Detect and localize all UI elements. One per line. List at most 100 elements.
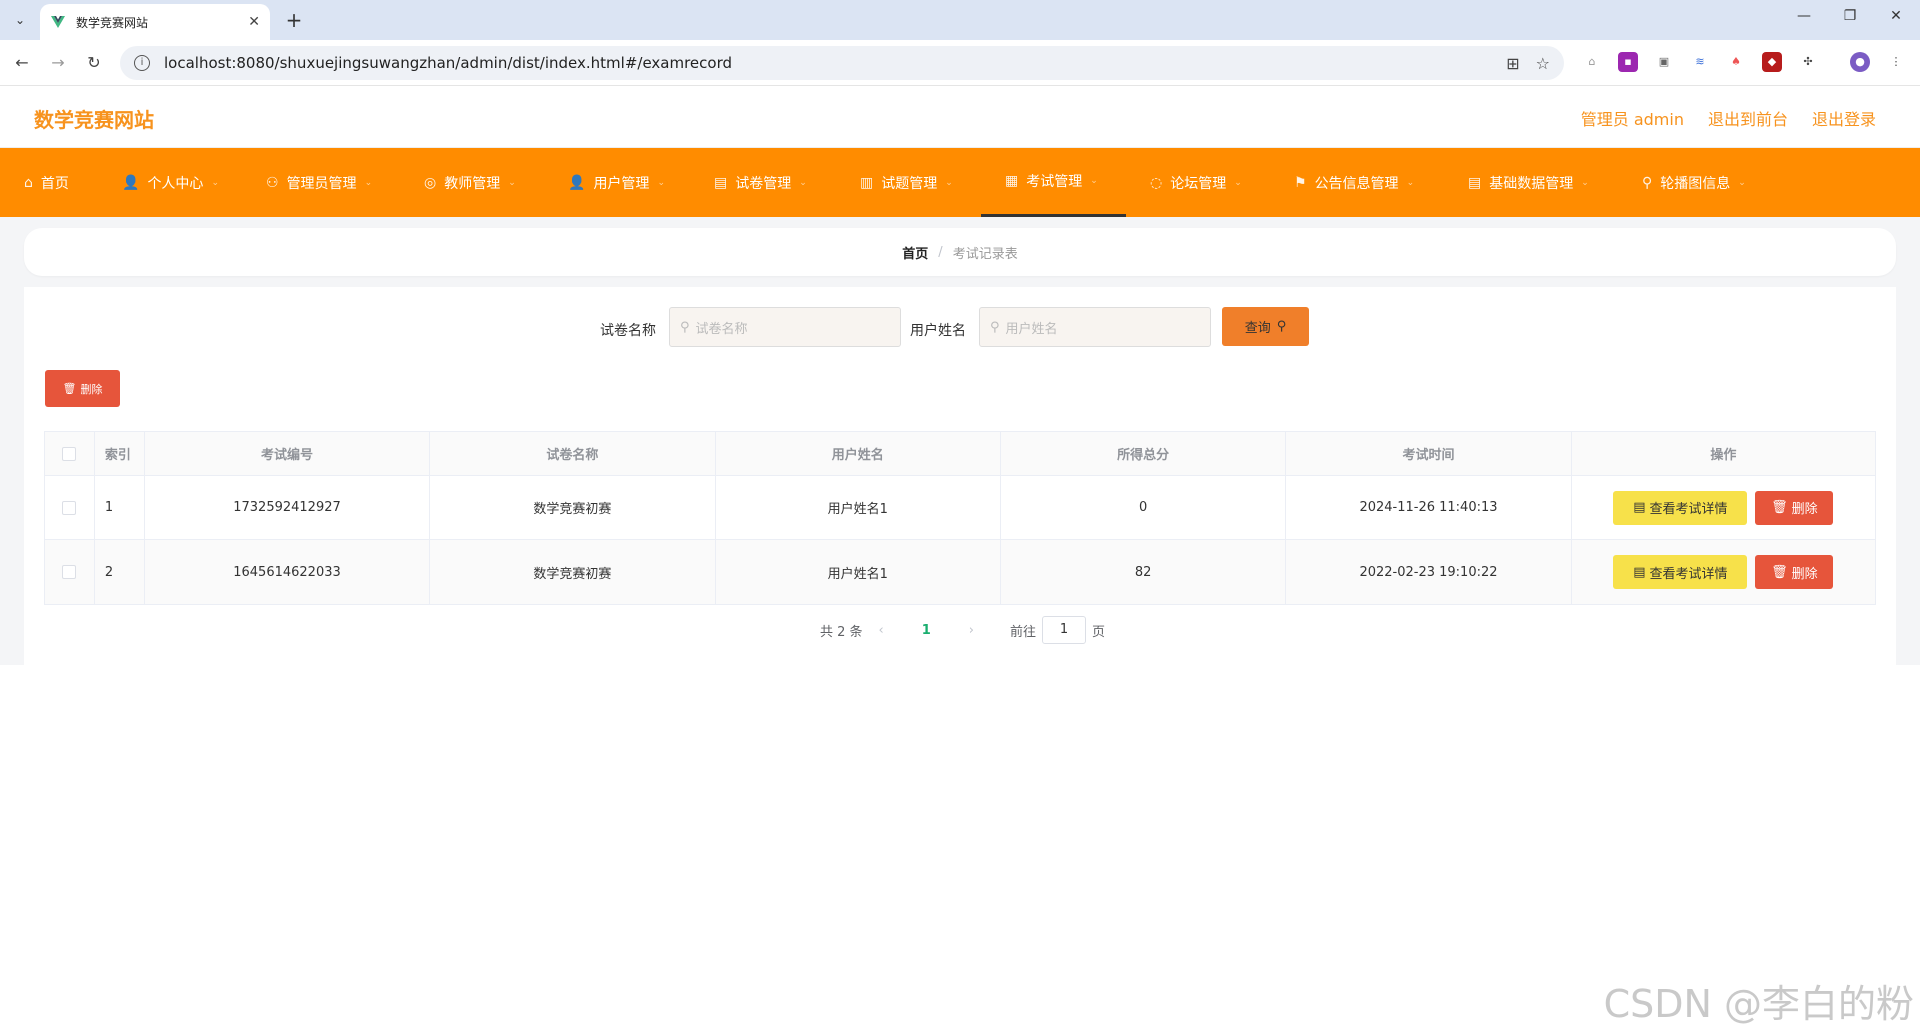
restore-icon[interactable]: ❐ — [1838, 8, 1862, 24]
nav-item-base-data-management[interactable]: ▤ 基础数据管理 ⌄ — [1468, 148, 1589, 217]
question-icon: ▥ — [860, 174, 874, 191]
row-select-cell — [45, 540, 95, 604]
cell-exam-no: 1732592412927 — [145, 476, 431, 539]
query-button[interactable]: 查询 ⚲ — [1222, 307, 1309, 346]
row-checkbox[interactable] — [62, 500, 77, 515]
row-select-cell — [45, 476, 95, 539]
chevron-down-icon: ⌄ — [1234, 177, 1242, 188]
header-actions: 操作 — [1710, 448, 1737, 463]
table-header: 索引 考试编号 试卷名称 用户姓名 所得总分 考试时间 操作 — [45, 432, 1875, 476]
extension-purple-icon[interactable]: ▪ — [1618, 52, 1638, 72]
goto-page-input[interactable]: 1 — [1042, 616, 1087, 644]
extensions-puzzle-icon[interactable]: ✣ — [1798, 52, 1818, 72]
chevron-down-icon: ⌄ — [1581, 177, 1589, 188]
user-icon: 👤 — [568, 174, 586, 191]
site-info-icon[interactable]: i — [134, 55, 150, 71]
tab-close-icon[interactable]: ✕ — [248, 14, 260, 30]
batch-delete-button[interactable]: 🗑 删除 — [45, 370, 120, 407]
trash-icon: 🗑 — [1771, 500, 1788, 515]
nav-item-admin-management[interactable]: ⚇ 管理员管理 ⌄ — [266, 148, 372, 217]
page-suffix: 页 — [1092, 624, 1106, 640]
admin-user-label[interactable]: 管理员 admin — [1581, 106, 1684, 130]
nav-item-personal-center[interactable]: 👤 个人中心 ⌄ — [122, 148, 219, 217]
cell-paper-name: 数学竞赛初赛 — [430, 476, 716, 539]
nav-item-home[interactable]: ⌂ 首页 — [24, 148, 69, 217]
nav-item-user-management[interactable]: 👤 用户管理 ⌄ — [568, 148, 665, 217]
exit-to-front-link[interactable]: 退出到前台 — [1708, 106, 1788, 130]
nav-item-forum-management[interactable]: ◌ 论坛管理 ⌄ — [1150, 148, 1242, 217]
nav-item-exam-management[interactable]: ▦ 考试管理 ⌄ — [981, 148, 1126, 217]
view-detail-button[interactable]: ▤ 查看考试详情 — [1613, 555, 1748, 589]
pagination: 共 2 条 ‹ 1 › 前往 1 页 — [820, 616, 1105, 644]
user-name-input[interactable]: ⚲ 用户姓名 — [979, 307, 1211, 347]
row-checkbox[interactable] — [62, 565, 77, 579]
tab-search-chevron-icon[interactable]: ⌄ — [8, 8, 32, 32]
paper-name-placeholder: 试卷名称 — [695, 321, 748, 337]
search-icon: ⚲ — [990, 319, 1000, 335]
logout-link[interactable]: 退出登录 — [1812, 106, 1876, 130]
nav-item-carousel-info[interactable]: ⚲ 轮播图信息 ⌄ — [1642, 148, 1746, 217]
new-tab-icon[interactable]: + — [282, 8, 306, 32]
cell-exam-no: 1645614622033 — [145, 540, 431, 604]
select-all-checkbox[interactable] — [62, 446, 77, 461]
bookmark-star-icon[interactable]: ☆ — [1536, 54, 1550, 73]
page-number-current[interactable]: 1 — [922, 623, 931, 638]
url-text: localhost:8080/shuxuejingsuwangzhan/admi… — [164, 54, 733, 72]
extension-gamepad-icon[interactable]: ▣ — [1654, 52, 1674, 72]
next-page-icon[interactable]: › — [969, 623, 974, 638]
header-index: 索引 — [95, 432, 145, 475]
browser-menu-icon[interactable]: ⋮ — [1886, 52, 1906, 72]
breadcrumb: 首页 / 考试记录表 — [24, 228, 1896, 276]
extension-tree-icon[interactable]: ♠ — [1726, 52, 1746, 72]
extension-shield-icon[interactable]: ◆ — [1762, 52, 1782, 72]
search-icon: ⚲ — [680, 319, 690, 335]
exam-record-table: 索引 考试编号 试卷名称 用户姓名 所得总分 考试时间 操作 1 1732592… — [44, 431, 1876, 605]
trash-icon: 🗑 — [1771, 564, 1788, 580]
nav-item-teacher-management[interactable]: ◎ 教师管理 ⌄ — [424, 148, 516, 217]
breadcrumb-separator: / — [938, 244, 943, 260]
nav-item-label: 基础数据管理 — [1489, 175, 1574, 192]
chevron-down-icon: ⌄ — [657, 177, 665, 188]
view-detail-button[interactable]: ▤ 查看考试详情 — [1613, 490, 1748, 525]
header-exam-no: 考试编号 — [145, 432, 431, 475]
reload-icon[interactable]: ↻ — [82, 51, 106, 75]
nav-item-paper-management[interactable]: ▤ 试卷管理 ⌄ — [714, 148, 807, 217]
extension-cursor-icon[interactable]: ⌂ — [1582, 52, 1602, 72]
paper-icon: ▤ — [714, 174, 728, 191]
nav-item-notice-management[interactable]: ⚑ 公告信息管理 ⌄ — [1294, 148, 1414, 217]
document-icon: ▤ — [1633, 564, 1646, 580]
row-delete-button[interactable]: 🗑 删除 — [1755, 490, 1834, 525]
cell-total-score: 82 — [1001, 540, 1287, 604]
exam-icon: ▦ — [1005, 173, 1019, 189]
cell-index: 2 — [95, 540, 145, 604]
view-detail-label: 查看考试详情 — [1649, 502, 1728, 517]
nav-item-label: 考试管理 — [1026, 174, 1083, 190]
breadcrumb-home[interactable]: 首页 — [902, 243, 928, 262]
user-icon: 👤 — [122, 174, 140, 191]
paper-name-input[interactable]: ⚲ 试卷名称 — [669, 307, 901, 347]
back-icon[interactable]: ← — [10, 51, 34, 75]
site-title: 数学竞赛网站 — [34, 108, 154, 132]
cell-total-score: 0 — [1001, 476, 1287, 539]
nav-item-label: 用户管理 — [593, 175, 650, 192]
forward-icon[interactable]: → — [46, 51, 70, 75]
chevron-down-icon: ⌄ — [945, 177, 953, 188]
window-close-icon[interactable]: ✕ — [1884, 8, 1908, 24]
header-total-score: 所得总分 — [1001, 432, 1287, 475]
extension-layers-icon[interactable]: ≋ — [1690, 52, 1710, 72]
goto-label: 前往 — [1010, 624, 1037, 640]
table-row: 1 1732592412927 数学竞赛初赛 用户姓名1 0 2024-11-2… — [45, 476, 1875, 540]
pagination-total: 共 2 条 — [820, 624, 863, 640]
address-bar[interactable]: i localhost:8080/shuxuejingsuwangzhan/ad… — [120, 46, 1564, 80]
nav-item-question-management[interactable]: ▥ 试题管理 ⌄ — [860, 148, 953, 217]
browser-tab[interactable]: 数学竞赛网站 ✕ — [40, 4, 270, 40]
nav-item-label: 管理员管理 — [286, 175, 357, 192]
browser-tabstrip: ⌄ 数学竞赛网站 ✕ + — ❐ ✕ — [0, 0, 1920, 40]
prev-page-icon[interactable]: ‹ — [879, 623, 884, 638]
row-delete-button[interactable]: 🗑 删除 — [1755, 555, 1834, 589]
minimize-icon[interactable]: — — [1792, 8, 1816, 24]
profile-avatar-icon[interactable]: ● — [1850, 52, 1870, 72]
chevron-down-icon: ⌄ — [508, 177, 516, 188]
document-icon: ▤ — [1633, 500, 1646, 515]
translate-icon[interactable]: ⊞ — [1506, 54, 1519, 73]
